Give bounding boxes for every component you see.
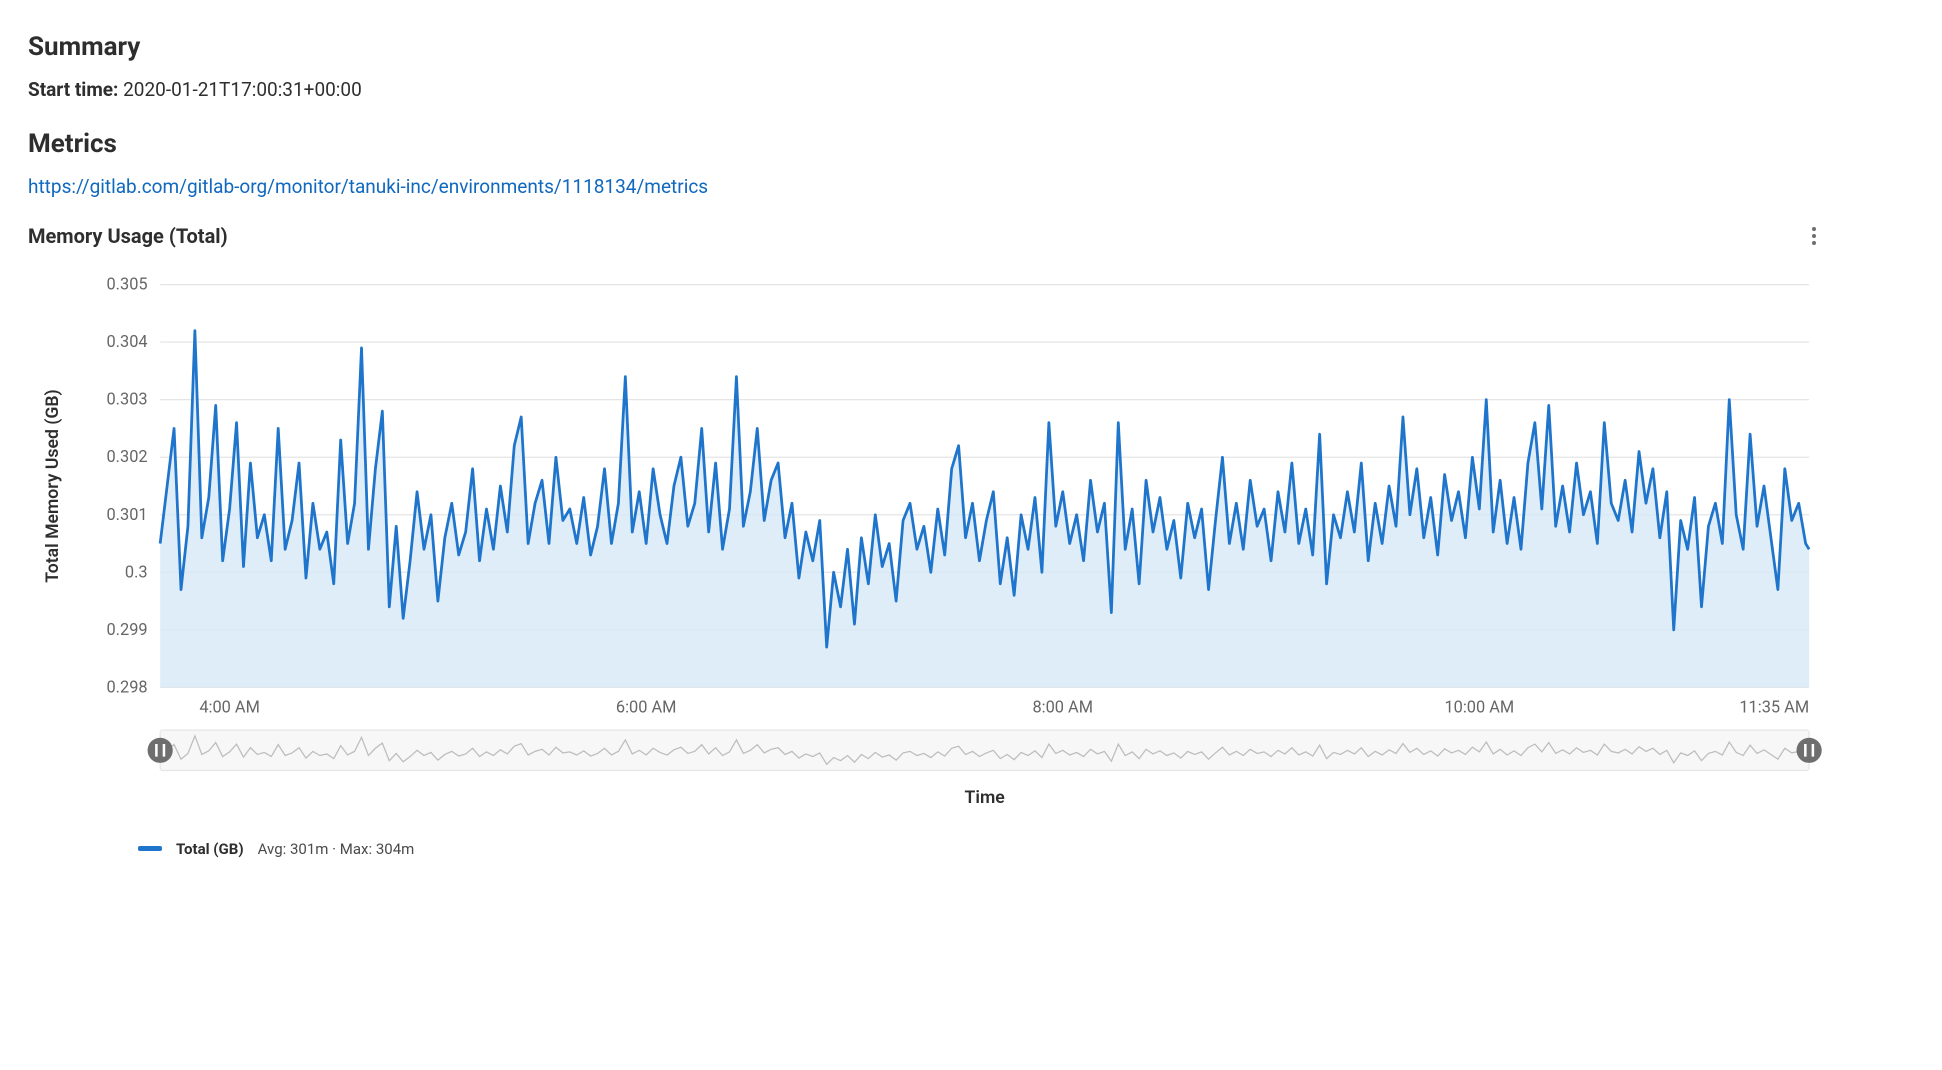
brush-handle[interactable] [1797,738,1822,763]
svg-text:0.302: 0.302 [106,447,147,466]
svg-text:8:00 AM: 8:00 AM [1032,698,1093,717]
metrics-heading: Metrics [28,129,1828,159]
chart-container: 0.298 0.299 0.3 0.301 0.302 0.303 0.304 0.305 4:… [28,272,1828,826]
svg-text:0.304: 0.304 [106,332,147,351]
legend-swatch [138,846,162,851]
svg-text:0.299: 0.299 [106,620,147,639]
svg-text:0.298: 0.298 [106,677,147,696]
svg-text:Time: Time [965,788,1005,808]
legend-series-stats: Avg: 301m · Max: 304m [258,840,415,858]
svg-text:0.303: 0.303 [106,390,147,409]
brush-handle[interactable] [148,738,173,763]
svg-text:0.3: 0.3 [125,562,148,581]
memory-usage-chart[interactable]: 0.298 0.299 0.3 0.301 0.302 0.303 0.304 0.305 4:… [28,272,1828,826]
svg-text:10:00 AM: 10:00 AM [1444,698,1514,717]
legend-series-name: Total (GB) [176,840,244,858]
start-time-row: Start time: 2020-01-21T17:00:31+00:00 [28,78,1828,101]
kebab-dot-icon [1812,227,1816,231]
svg-text:0.305: 0.305 [106,275,147,294]
svg-text:0.301: 0.301 [106,505,147,524]
chart-actions-menu-button[interactable] [1800,222,1828,250]
metrics-url-link[interactable]: https://gitlab.com/gitlab-org/monitor/ta… [28,175,708,198]
start-time-value: 2020-01-21T17:00:31+00:00 [123,78,362,101]
svg-text:6:00 AM: 6:00 AM [616,698,677,717]
summary-heading: Summary [28,32,1828,62]
start-time-label: Start time: [28,78,118,101]
kebab-dot-icon [1812,241,1816,245]
svg-text:11:35 AM: 11:35 AM [1739,698,1809,717]
chart-title: Memory Usage (Total) [28,224,228,248]
svg-text:Total Memory Used (GB): Total Memory Used (GB) [43,389,63,582]
svg-text:4:00 AM: 4:00 AM [199,698,260,717]
kebab-dot-icon [1812,234,1816,238]
